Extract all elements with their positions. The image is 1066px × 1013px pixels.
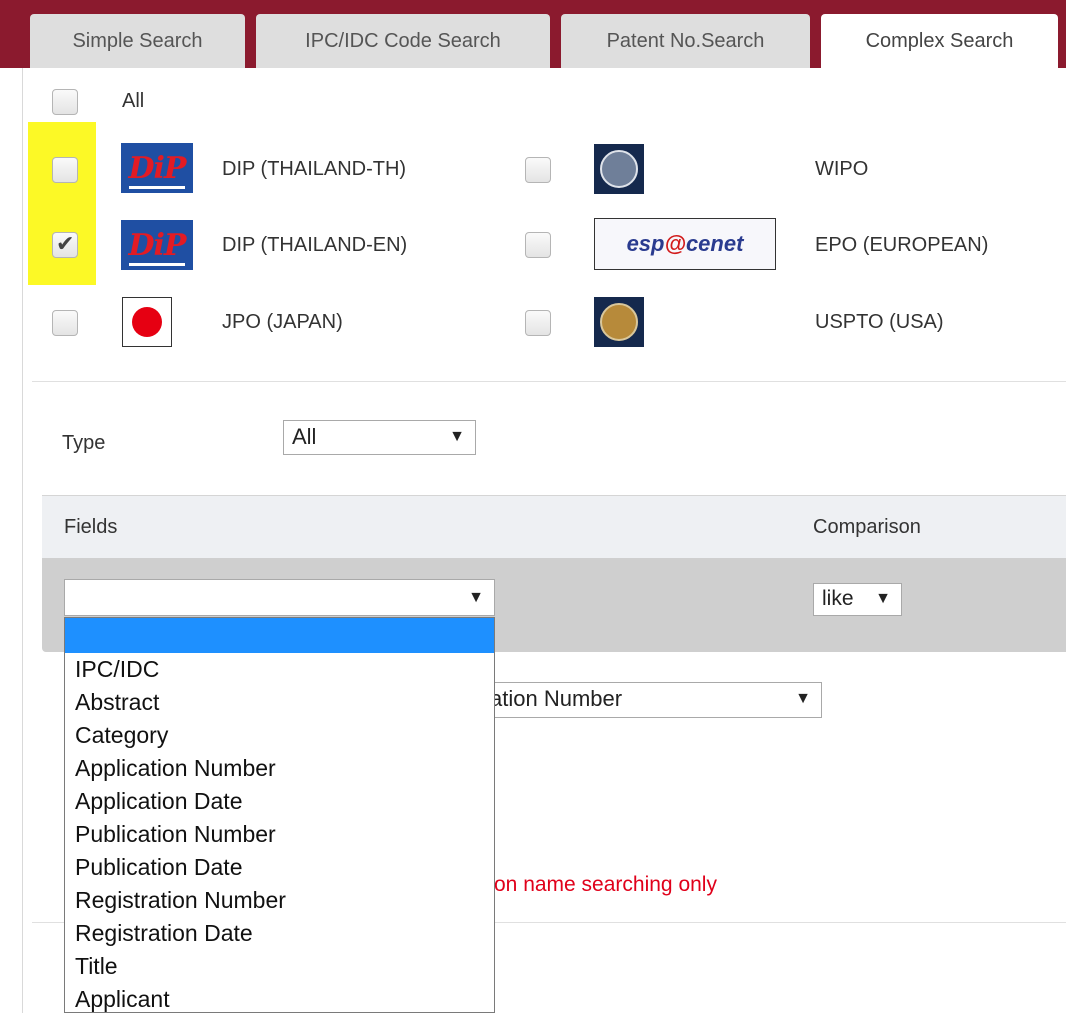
- jpo-logo: [122, 297, 172, 347]
- dip-en-checkbox[interactable]: ✔: [52, 231, 78, 258]
- wipo-logo: [594, 144, 644, 194]
- logo-text-esp: esp: [626, 231, 665, 256]
- jpo-checkbox[interactable]: [52, 310, 78, 336]
- epo-label: EPO (EUROPEAN): [815, 234, 989, 256]
- background-select[interactable]: cation Number ▼: [470, 682, 822, 718]
- dropdown-option[interactable]: Application Number: [65, 752, 494, 785]
- dip-logo: DiP: [121, 220, 193, 270]
- logo-text-cenet: cenet: [685, 231, 744, 256]
- dropdown-option[interactable]: Publication Number: [65, 818, 494, 851]
- dropdown-arrow-icon: ▼: [449, 428, 465, 445]
- dropdown-option[interactable]: Application Date: [65, 785, 494, 818]
- dropdown-option[interactable]: Registration Date: [65, 917, 494, 950]
- jpo-label: JPO (JAPAN): [222, 311, 343, 333]
- dip-logo: DiP: [121, 143, 193, 193]
- type-select[interactable]: All ▼: [283, 420, 476, 455]
- epo-checkbox[interactable]: [525, 232, 551, 258]
- type-select-value: All: [292, 424, 317, 449]
- dropdown-option[interactable]: Registration Number: [65, 884, 494, 917]
- fields-header-row: Fields Comparison: [42, 495, 1066, 559]
- tab-patent-no-search[interactable]: Patent No.Search: [561, 14, 810, 68]
- comparison-select[interactable]: like ▼: [813, 583, 902, 616]
- dropdown-option[interactable]: Applicant: [65, 983, 494, 1012]
- uspto-checkbox[interactable]: [525, 310, 551, 336]
- dip-th-checkbox[interactable]: [52, 157, 78, 183]
- tab-simple-search[interactable]: Simple Search: [30, 14, 245, 68]
- type-label: Type: [62, 432, 106, 454]
- background-select-value: cation Number: [479, 686, 623, 711]
- dropdown-option[interactable]: Category: [65, 719, 494, 752]
- dropdown-option[interactable]: Abstract: [65, 686, 494, 719]
- tab-complex-search[interactable]: Complex Search: [821, 14, 1058, 68]
- uspto-label: USPTO (USA): [815, 311, 944, 333]
- field-dropdown-list[interactable]: IPC/IDC Abstract Category Application Nu…: [64, 617, 495, 1013]
- uspto-logo: [594, 297, 644, 347]
- search-note: on name searching only: [494, 873, 717, 896]
- espacenet-logo: esp @ cenet: [594, 218, 776, 270]
- divider: [32, 381, 1066, 382]
- field-select[interactable]: ▼: [64, 579, 495, 616]
- panel-border: [22, 68, 23, 1013]
- tab-ipc-idc-code-search[interactable]: IPC/IDC Code Search: [256, 14, 550, 68]
- dip-th-label: DIP (THAILAND-TH): [222, 158, 407, 180]
- dropdown-option[interactable]: Title: [65, 950, 494, 983]
- dropdown-arrow-icon: ▼: [795, 690, 811, 707]
- dropdown-arrow-icon: ▼: [875, 590, 891, 607]
- dropdown-option[interactable]: IPC/IDC: [65, 653, 494, 686]
- all-checkbox[interactable]: [52, 89, 78, 115]
- comparison-select-value: like: [822, 587, 854, 610]
- fields-header: Fields: [64, 516, 118, 538]
- dropdown-option[interactable]: [65, 618, 494, 653]
- checkmark-icon: ✔: [56, 231, 75, 256]
- wipo-label: WIPO: [815, 158, 869, 180]
- highlight-mark: [28, 122, 96, 285]
- logo-text-at: @: [664, 231, 686, 256]
- comparison-header: Comparison: [813, 516, 921, 538]
- wipo-checkbox[interactable]: [525, 157, 551, 183]
- all-label: All: [122, 90, 145, 112]
- dip-en-label: DIP (THAILAND-EN): [222, 234, 408, 256]
- dropdown-option[interactable]: Publication Date: [65, 851, 494, 884]
- dropdown-arrow-icon: ▼: [468, 589, 484, 606]
